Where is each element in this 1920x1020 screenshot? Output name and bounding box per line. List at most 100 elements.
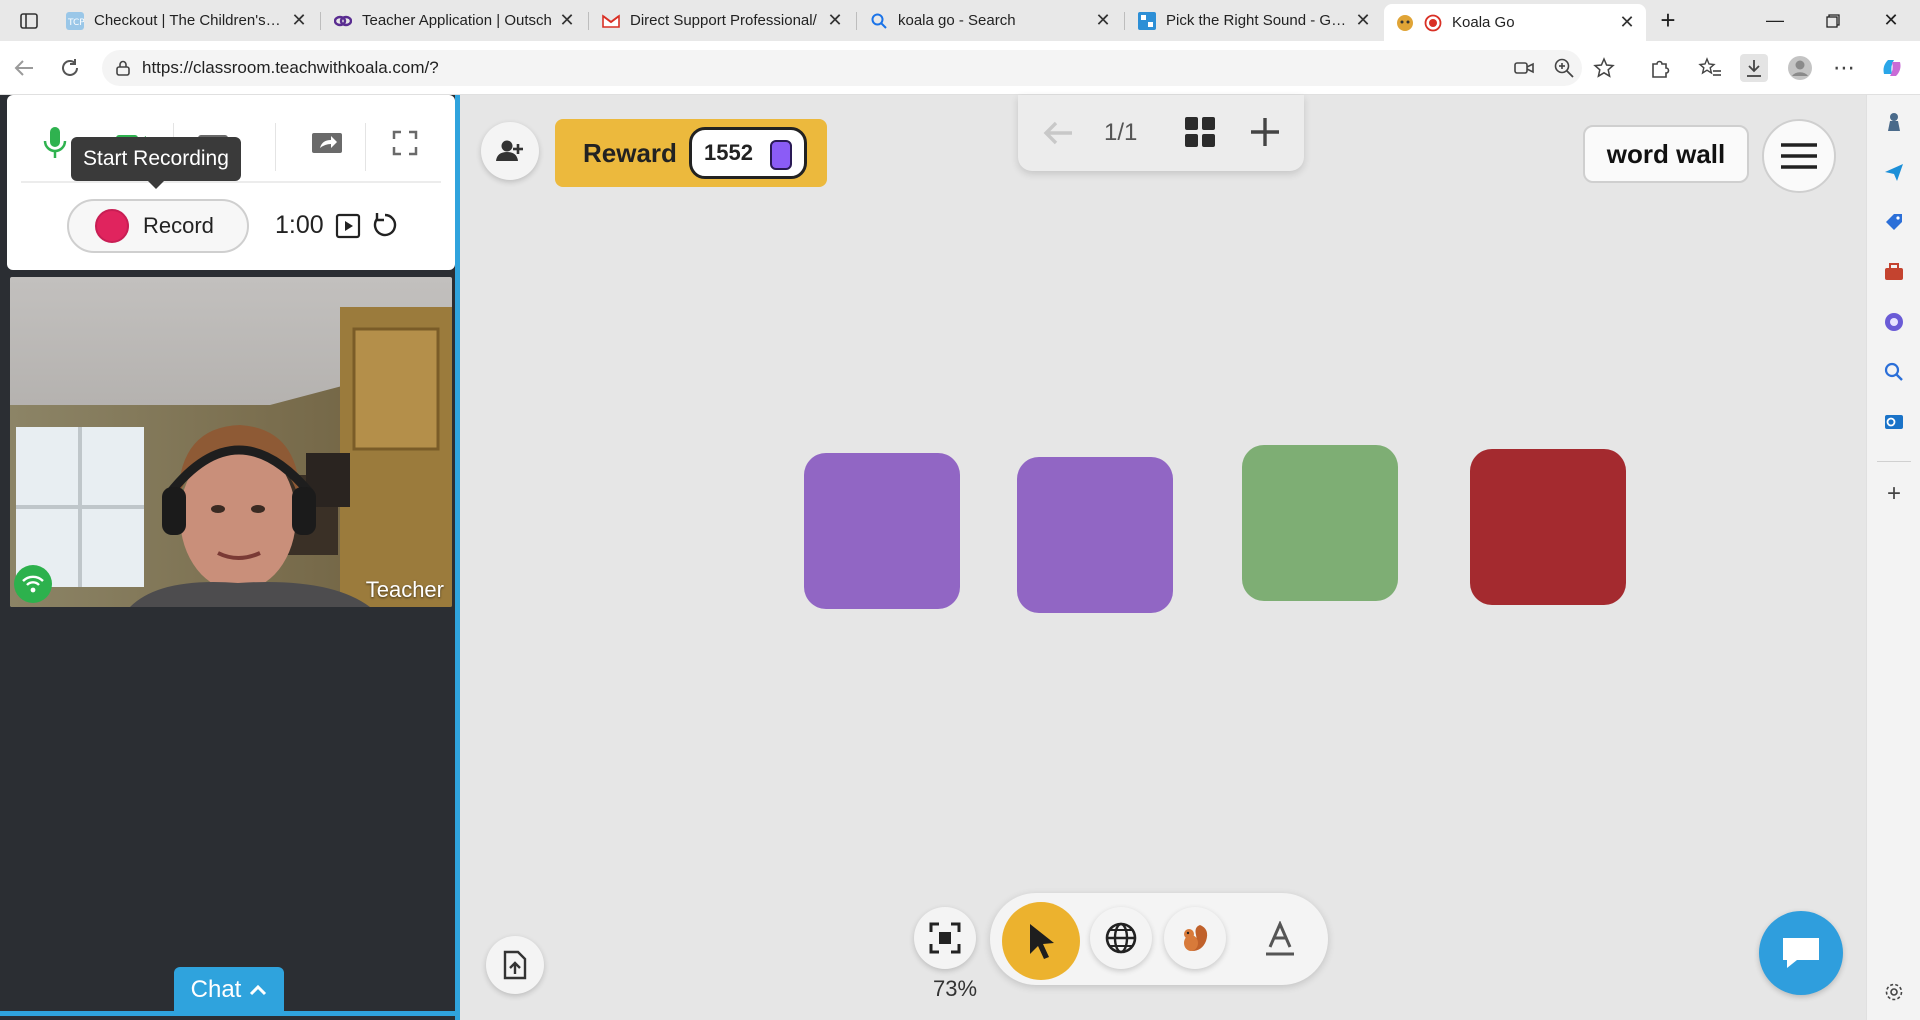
close-icon[interactable]: ✕ [558,10,576,31]
tab-teacher-application[interactable]: Teacher Application | Outsch ✕ [322,4,586,37]
fullscreen-button[interactable] [385,123,425,163]
chess-icon[interactable] [1881,109,1907,135]
record-button[interactable]: Record [67,199,249,253]
chat-toggle-button[interactable]: Chat [174,967,284,1013]
upload-file-button[interactable] [486,936,544,994]
close-icon[interactable]: ✕ [826,10,844,31]
close-icon[interactable]: ✕ [1094,10,1112,31]
microphone-button[interactable] [35,123,75,163]
control-divider [365,123,366,171]
reward-label: Reward [583,137,677,168]
tab-checkout[interactable]: TCP Checkout | The Children's Pla ✕ [54,4,318,37]
favorite-button[interactable] [1590,54,1618,82]
url-bar[interactable]: https://classroom.teachwithkoala.com/? [102,50,1582,86]
tab-title: Teacher Application | Outsch [362,12,552,29]
profile-button[interactable] [1786,54,1814,82]
add-sidebar-app-button[interactable]: + [1881,480,1907,507]
lock-icon [116,60,130,76]
file-upload-icon [503,950,527,980]
sidebar-settings-button[interactable] [1881,979,1907,1005]
chevron-up-icon [250,984,267,996]
new-tab-button[interactable]: + [1650,4,1686,37]
restore-button[interactable] [1804,0,1862,41]
camera-indicator-button[interactable] [1510,54,1538,82]
web-browser-tool-button[interactable] [1090,907,1152,969]
add-student-button[interactable] [481,122,539,180]
outlook-icon[interactable] [1881,409,1907,435]
downloads-button[interactable] [1740,54,1768,82]
tab-koala-go[interactable]: Koala Go ✕ [1384,4,1646,41]
video-camera-icon [1514,62,1534,74]
tab-direct-support[interactable]: Direct Support Professional/ ✕ [590,4,854,37]
refresh-icon [62,59,78,76]
support-chat-button[interactable] [1759,911,1843,995]
page-indicator: 1/1 [1104,119,1138,146]
drawing-toolbar [990,893,1328,985]
plus-icon: + [1660,5,1676,35]
favorites-list-icon [1698,57,1721,76]
refresh-button[interactable] [54,52,86,84]
favorites-button[interactable] [1696,54,1724,82]
purple-tile[interactable] [1017,457,1173,613]
recording-timer: 1:00 [275,211,324,239]
copilot-button[interactable] [1878,54,1906,82]
share-screen-button[interactable] [307,123,347,163]
arrow-left-icon [14,60,33,76]
pointer-icon [1030,924,1054,959]
whiteboard-canvas[interactable]: Reward 1552 1/1 word wall 73% [460,95,1866,1020]
tab-title: Direct Support Professional/ [630,12,817,29]
play-preview-button[interactable] [335,213,361,239]
hamburger-menu-icon [1781,143,1817,169]
previous-page-button[interactable] [1038,113,1078,153]
url-text: https://classroom.teachwithkoala.com/? [142,58,439,77]
add-page-button[interactable] [1246,113,1284,151]
red-tile[interactable] [1470,449,1626,605]
green-tile[interactable] [1242,445,1398,601]
main-menu-button[interactable] [1762,119,1836,193]
globe-icon [1105,922,1137,954]
close-window-button[interactable]: ✕ [1862,0,1920,41]
recording-indicator-icon [1424,14,1442,32]
extensions-button[interactable] [1646,54,1674,82]
text-tool-button[interactable] [1256,915,1304,963]
tab-pick-the-right-sound[interactable]: Pick the Right Sound - Game ✕ [1126,4,1382,37]
close-icon[interactable]: ✕ [1618,12,1636,33]
zoom-button[interactable] [1550,54,1578,82]
minimize-button[interactable]: — [1746,0,1804,41]
purple-tile[interactable] [804,453,960,609]
reset-timer-button[interactable] [371,211,399,239]
tag-icon[interactable] [1881,209,1907,235]
microphone-icon [43,127,67,158]
close-icon[interactable]: ✕ [290,10,308,31]
browser-sidebar: + [1866,95,1920,1020]
search-icon[interactable] [1881,359,1907,385]
reward-count-value: 1552 [704,140,753,165]
download-icon [1747,60,1761,77]
back-button[interactable] [8,52,40,84]
add-user-icon [496,140,523,161]
tab-divider [856,12,857,30]
fullscreen-icon [392,130,418,156]
fit-to-screen-button[interactable] [914,907,976,969]
page-grid-button[interactable] [1184,116,1216,148]
tab-divider [1124,12,1125,30]
select-tool-button[interactable] [1002,902,1080,980]
office-icon[interactable] [1881,309,1907,335]
outschool-icon [334,12,352,30]
reward-button[interactable]: Reward 1552 [555,119,827,187]
copilot-icon [1883,60,1901,76]
toolbox-icon[interactable] [1881,259,1907,285]
close-icon[interactable]: ✕ [1354,10,1372,31]
squirrel-tool-button[interactable] [1164,907,1226,969]
wifi-icon [22,575,44,593]
plus-icon [1251,118,1279,146]
tab-title: Checkout | The Children's Pla [94,12,284,29]
send-icon[interactable] [1881,159,1907,185]
settings-menu-button[interactable]: ⋯ [1830,54,1858,82]
tab-actions-button[interactable] [6,4,50,37]
share-screen-icon [312,133,342,153]
control-divider [275,123,276,171]
tab-koala-search[interactable]: koala go - Search ✕ [858,4,1122,37]
sidebar-divider [1877,461,1911,462]
word-wall-button[interactable]: word wall [1583,125,1749,183]
